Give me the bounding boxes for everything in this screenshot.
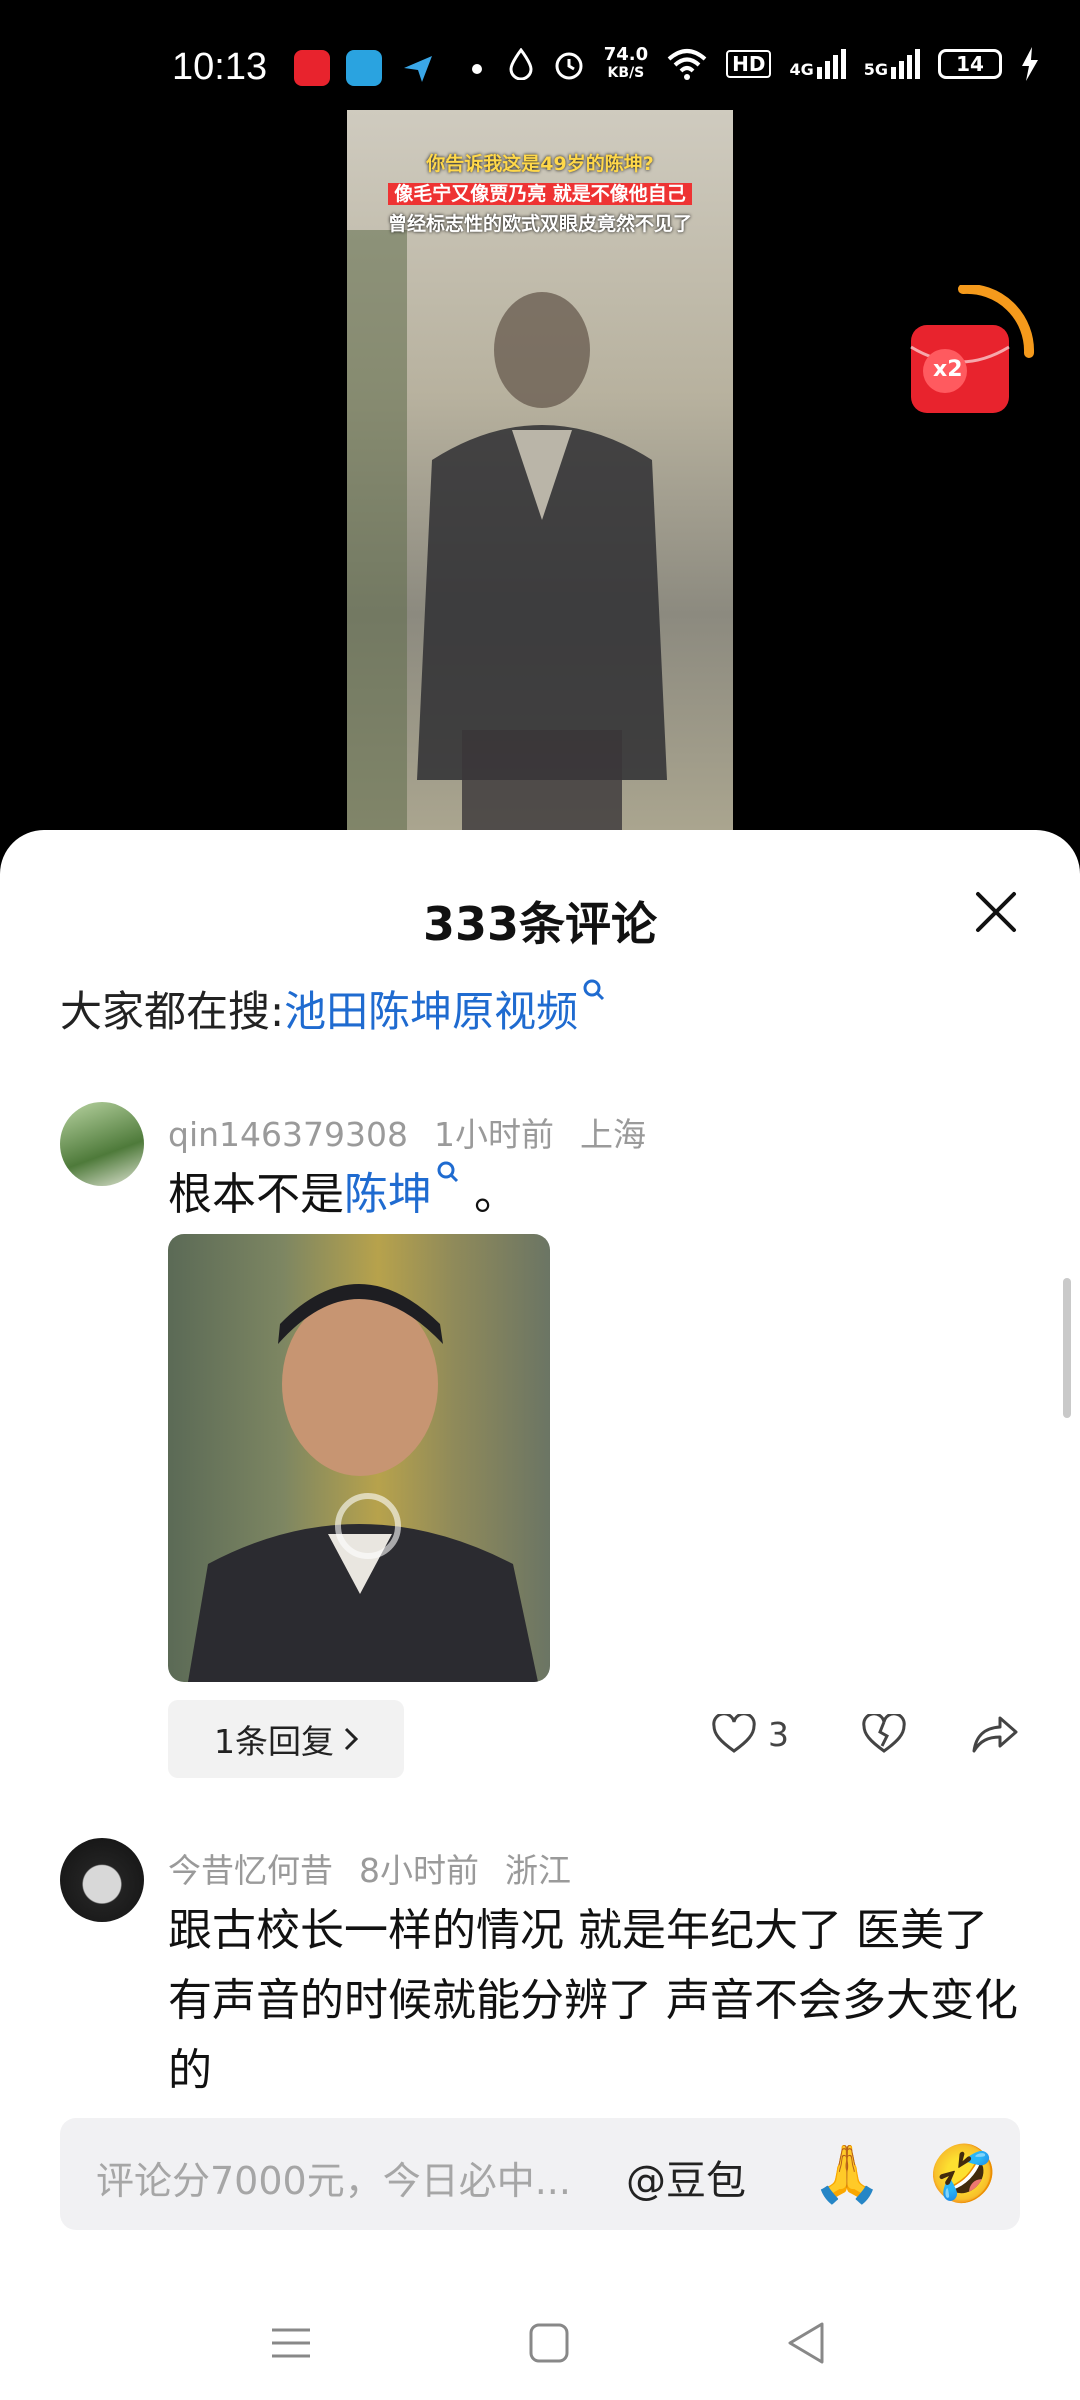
xiaohongshu-app-icon [294,50,330,86]
status-right: 74.0 KB/S HD 4G 5G 14 [508,46,1040,82]
close-icon[interactable] [972,888,1020,936]
comment-location: 浙江 [505,1851,571,1890]
comment-input[interactable]: 评论分7000元，今日必中... @豆包 🙏 🤣 [60,2118,1020,2230]
share-icon [972,1716,1018,1753]
comment-time: 1小时前 [434,1115,554,1154]
comment-location: 上海 [580,1115,646,1154]
view-replies-button[interactable]: 1条回复 [168,1700,404,1778]
send-arrow-icon [404,56,432,82]
comment-item: qin146379308 1小时前 上海 根本不是陈坤 。 1条回复 3 [60,1102,1020,1792]
sim2-signal: 5G [864,49,920,79]
comment-image[interactable] [168,1234,550,1682]
video-background [347,230,407,830]
hot-search-link[interactable]: 池田陈坤原视频 [284,987,578,1036]
back-icon[interactable] [782,2318,832,2368]
like-count: 3 [768,1714,789,1754]
emoji-laugh-button[interactable]: 🤣 [928,2140,998,2210]
broken-heart-icon [862,1714,906,1753]
hot-search-prefix: 大家都在搜: [60,987,285,1036]
comment-text: 根本不是陈坤 。 [168,1160,1028,1230]
avatar[interactable] [60,1838,144,1922]
charging-icon [1022,47,1038,81]
avatar[interactable] [60,1102,144,1186]
comment-text: 跟古校长一样的情况 就是年纪大了 医美了 有声音的时候就能分辨了 声音不会多大变… [168,1905,1018,2096]
heart-icon [712,1714,756,1753]
drop-icon [509,48,533,80]
red-packet-icon [910,283,1035,413]
photo-person-figure [188,1284,538,1682]
comment-input-placeholder: 评论分7000元，今日必中... [96,2159,571,2203]
video-person-figure [417,292,667,830]
video-caption-2: 像毛宁又像贾乃亮 就是不像他自己 [388,183,692,205]
sim1-signal: 4G [789,49,846,79]
chevron-right-icon [344,1727,358,1751]
dislike-button[interactable] [862,1714,906,1754]
comment-meta: qin146379308 1小时前 上海 [168,1108,672,1156]
battery-indicator: 14 [938,49,1002,79]
like-button[interactable]: 3 [712,1714,789,1754]
comment-item: 今昔忆何昔 8小时前 浙江 跟古校长一样的情况 就是年纪大了 医美了 有声音的时候就… [60,1838,1020,2138]
emoji-pray-button[interactable]: 🙏 [812,2140,882,2210]
comment-username[interactable]: 今昔忆何昔 [168,1851,333,1890]
status-time: 10:13 [172,46,268,88]
search-icon [583,979,605,1001]
comment-time: 8小时前 [359,1851,479,1890]
alarm-icon [555,52,583,80]
comment-meta: 今昔忆何昔 8小时前 浙江 [168,1844,597,1892]
system-navbar [0,2278,1080,2400]
comment-username[interactable]: qin146379308 [168,1115,408,1154]
comment-keyword-link[interactable]: 陈坤 [344,1169,432,1220]
telegram-app-icon [346,50,382,86]
video-caption-3: 曾经标志性的欧式双眼皮竟然不见了 [387,213,692,235]
home-icon[interactable] [524,2318,574,2368]
wifi-icon [667,49,707,80]
hd-badge: HD [726,50,772,78]
net-speed: 74.0 KB/S [603,44,649,82]
red-packet-button[interactable]: x2 [905,283,1035,425]
video-caption-1: 你告诉我这是49岁的陈坤? [426,153,654,175]
menu-icon[interactable] [266,2318,316,2368]
share-button[interactable] [972,1714,1018,1754]
dot-icon [472,64,482,74]
video-player[interactable]: 你告诉我这是49岁的陈坤? 像毛宁又像贾乃亮 就是不像他自己 曾经标志性的欧式双… [347,110,733,830]
search-icon [437,1161,459,1183]
hot-search-row: 大家都在搜:池田陈坤原视频 [60,978,606,1039]
red-packet-badge: x2 [933,357,963,382]
mention-button[interactable]: @豆包 [626,2148,746,2206]
comments-title: 333条评论 [422,897,658,951]
scrollbar[interactable] [1063,1278,1071,1418]
